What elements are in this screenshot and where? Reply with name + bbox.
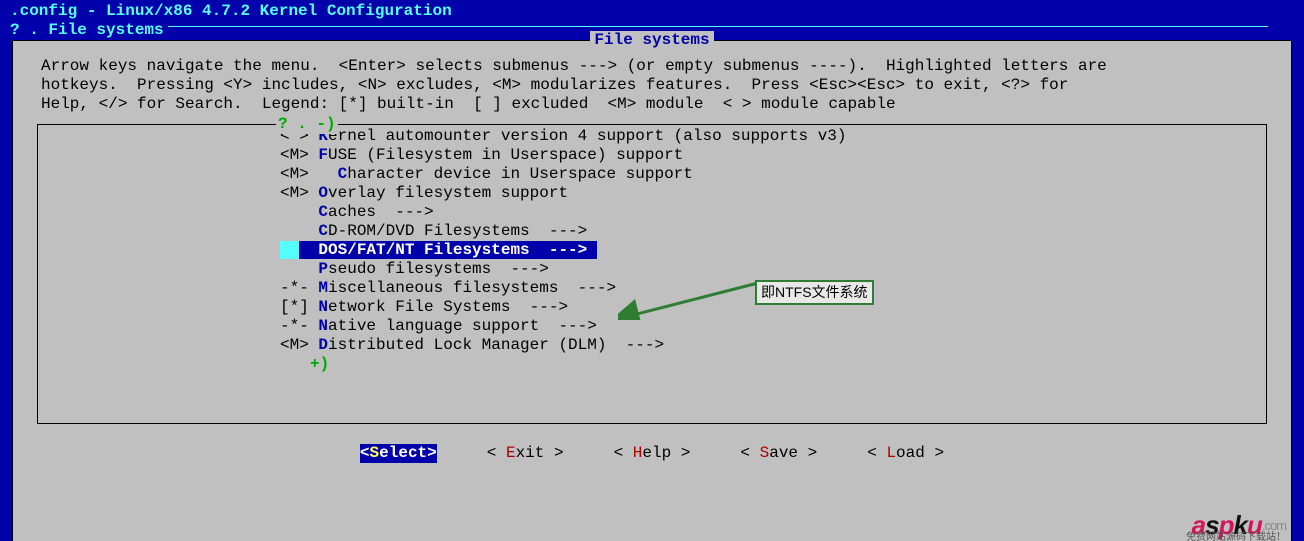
save-button[interactable]: < Save > <box>740 444 817 463</box>
menu-item-hotkey: D <box>318 336 328 354</box>
menu-item-label: ative language support ---> <box>328 317 597 335</box>
menu-item-prefix <box>280 260 318 278</box>
menu-box: ? . -) <*> Kernel automounter version 4 … <box>37 124 1267 424</box>
help-button[interactable]: < Help > <box>614 444 691 463</box>
menu-item-label: D-ROM/DVD Filesystems ---> <box>328 222 587 240</box>
menu-item-label: ernel automounter version 4 support (als… <box>328 127 846 145</box>
exit-button[interactable]: < Exit > <box>487 444 564 463</box>
panel-title: File systems <box>13 31 1291 50</box>
menu-item-hotkey: C <box>318 203 328 221</box>
menu-item-hotkey: M <box>318 279 328 297</box>
main-panel: File systems Arrow keys navigate the men… <box>12 40 1292 541</box>
menu-item-label: iscellaneous filesystems ---> <box>328 279 616 297</box>
annotation-label: 即NTFS文件系统 <box>755 280 874 305</box>
menu-item-label: aches ---> <box>328 203 434 221</box>
help-text: Arrow keys navigate the menu. <Enter> se… <box>13 41 1291 124</box>
button-bar: <Select> < Exit > < Help > < Save > < Load > <box>13 424 1291 463</box>
window-title: .config - Linux/x86 4.7.2 Kernel Configu… <box>0 0 1304 21</box>
menu-item-hotkey: N <box>318 298 328 316</box>
menu-item-label: seudo filesystems ---> <box>328 260 549 278</box>
menu-item-3[interactable]: <M> Overlay filesystem support <box>280 184 1266 203</box>
menu-item-prefix <box>280 203 318 221</box>
menu-item-5[interactable]: CD-ROM/DVD Filesystems ---> <box>280 222 1266 241</box>
load-button[interactable]: < Load > <box>867 444 944 463</box>
menu-item-label: verlay filesystem support <box>328 184 568 202</box>
menu-item-label: USE (Filesystem in Userspace) support <box>328 146 683 164</box>
menu-item-hotkey: P <box>318 260 328 278</box>
menu-item-label: DOS/FAT/NT Filesystems ---> <box>299 241 597 259</box>
scroll-down-indicator: +) <box>38 355 1266 374</box>
menu-item-11[interactable]: <M> Distributed Lock Manager (DLM) ---> <box>280 336 1266 355</box>
menu-item-label: etwork File Systems ---> <box>328 298 568 316</box>
menu-item-hotkey: C <box>318 222 328 240</box>
menu-item-prefix: <M> <box>280 146 318 164</box>
menu-item-prefix: <M> <box>280 165 338 183</box>
menu-item-prefix <box>280 222 318 240</box>
menu-item-hotkey: C <box>338 165 348 183</box>
menu-item-label: haracter device in Userspace support <box>347 165 693 183</box>
menu-item-10[interactable]: -*- Native language support ---> <box>280 317 1266 336</box>
menu-item-prefix: [*] <box>280 298 318 316</box>
menu-item-prefix: -*- <box>280 317 318 335</box>
menu-item-prefix: <M> <box>280 184 318 202</box>
menu-item-label: istributed Lock Manager (DLM) ---> <box>328 336 664 354</box>
menu-item-prefix: -*- <box>280 279 318 297</box>
menu-item-7[interactable]: Pseudo filesystems ---> <box>280 260 1266 279</box>
menu-item-hotkey: N <box>318 317 328 335</box>
menu-list[interactable]: <*> Kernel automounter version 4 support… <box>38 127 1266 355</box>
menu-item-prefix: <M> <box>280 336 318 354</box>
watermark-sub: 免费网站源码下载站！ <box>1186 528 1286 541</box>
menu-item-1[interactable]: <M> FUSE (Filesystem in Userspace) suppo… <box>280 146 1266 165</box>
select-button[interactable]: <Select> <box>360 444 437 463</box>
breadcrumb-rule <box>168 26 1268 27</box>
menu-item-2[interactable]: <M> Character device in Userspace suppor… <box>280 165 1266 184</box>
menu-item-hotkey: O <box>318 184 328 202</box>
scroll-up-indicator: ? . -) <box>276 115 338 134</box>
selection-mark <box>280 241 299 259</box>
menu-item-4[interactable]: Caches ---> <box>280 203 1266 222</box>
menu-item-6[interactable]: DOS/FAT/NT Filesystems ---> <box>280 241 597 260</box>
menu-item-0[interactable]: <*> Kernel automounter version 4 support… <box>280 127 1266 146</box>
menu-item-hotkey: F <box>318 146 328 164</box>
